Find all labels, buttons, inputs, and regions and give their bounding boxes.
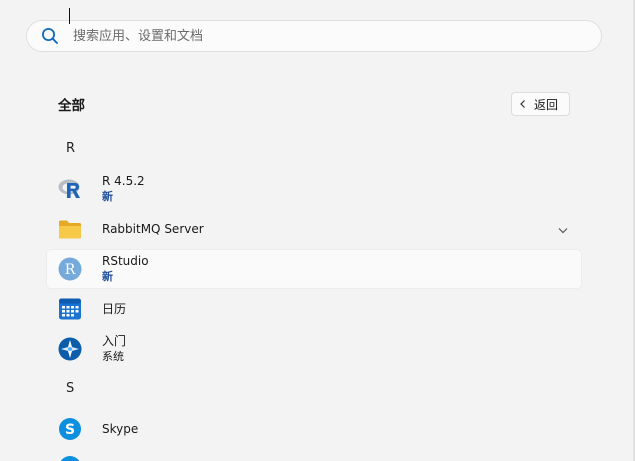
app-item-get-started[interactable]: 入门 系统 bbox=[46, 329, 582, 369]
app-name: RabbitMQ Server bbox=[102, 221, 204, 236]
search-icon bbox=[27, 21, 73, 51]
group-letter-r[interactable]: R bbox=[66, 141, 75, 156]
search-box[interactable] bbox=[26, 20, 602, 52]
app-item-rstudio[interactable]: R RStudio 新 bbox=[46, 249, 582, 289]
start-all-apps-panel: 全部 返回 R R 4.5.2 新 Rabbit bbox=[0, 0, 635, 461]
app-folder-rabbitmq[interactable]: RabbitMQ Server bbox=[46, 209, 582, 249]
get-started-icon bbox=[58, 337, 82, 361]
calendar-icon bbox=[58, 297, 82, 321]
group-letter-s[interactable]: S bbox=[66, 381, 74, 396]
section-title: 全部 bbox=[58, 98, 85, 114]
app-item-partial[interactable] bbox=[58, 455, 82, 461]
app-item-texts: 日历 bbox=[102, 289, 126, 329]
app-item-texts: Skype bbox=[102, 409, 138, 449]
rstudio-icon: R bbox=[58, 257, 82, 281]
back-button[interactable]: 返回 bbox=[511, 92, 570, 116]
svg-text:R: R bbox=[65, 262, 76, 278]
chevron-left-icon bbox=[512, 99, 534, 109]
new-badge: 新 bbox=[102, 190, 113, 203]
app-item-texts: 入门 系统 bbox=[102, 329, 126, 369]
chevron-down-icon[interactable] bbox=[556, 222, 570, 236]
search-input[interactable] bbox=[73, 22, 573, 50]
r-logo-icon bbox=[58, 177, 82, 201]
skype-icon: S bbox=[58, 417, 82, 441]
app-item-texts: RabbitMQ Server bbox=[102, 209, 204, 249]
app-subtitle: 系统 bbox=[102, 350, 124, 363]
app-item-calendar[interactable]: 日历 bbox=[46, 289, 582, 329]
app-item-r[interactable]: R 4.5.2 新 bbox=[46, 169, 582, 209]
app-name: 日历 bbox=[102, 301, 127, 316]
folder-icon bbox=[58, 217, 82, 241]
new-badge: 新 bbox=[102, 270, 113, 283]
svg-text:S: S bbox=[65, 422, 75, 438]
app-item-texts: R 4.5.2 新 bbox=[102, 169, 145, 209]
app-item-skype[interactable]: S Skype bbox=[46, 409, 582, 449]
text-cursor bbox=[69, 8, 70, 24]
app-name: RStudio bbox=[102, 254, 149, 268]
app-name: Skype bbox=[102, 421, 139, 436]
app-name: R 4.5.2 bbox=[102, 174, 145, 188]
app-name: 入门 bbox=[102, 334, 127, 348]
app-icon bbox=[60, 456, 80, 461]
app-item-texts: RStudio 新 bbox=[102, 249, 149, 289]
back-button-label: 返回 bbox=[534, 97, 559, 112]
